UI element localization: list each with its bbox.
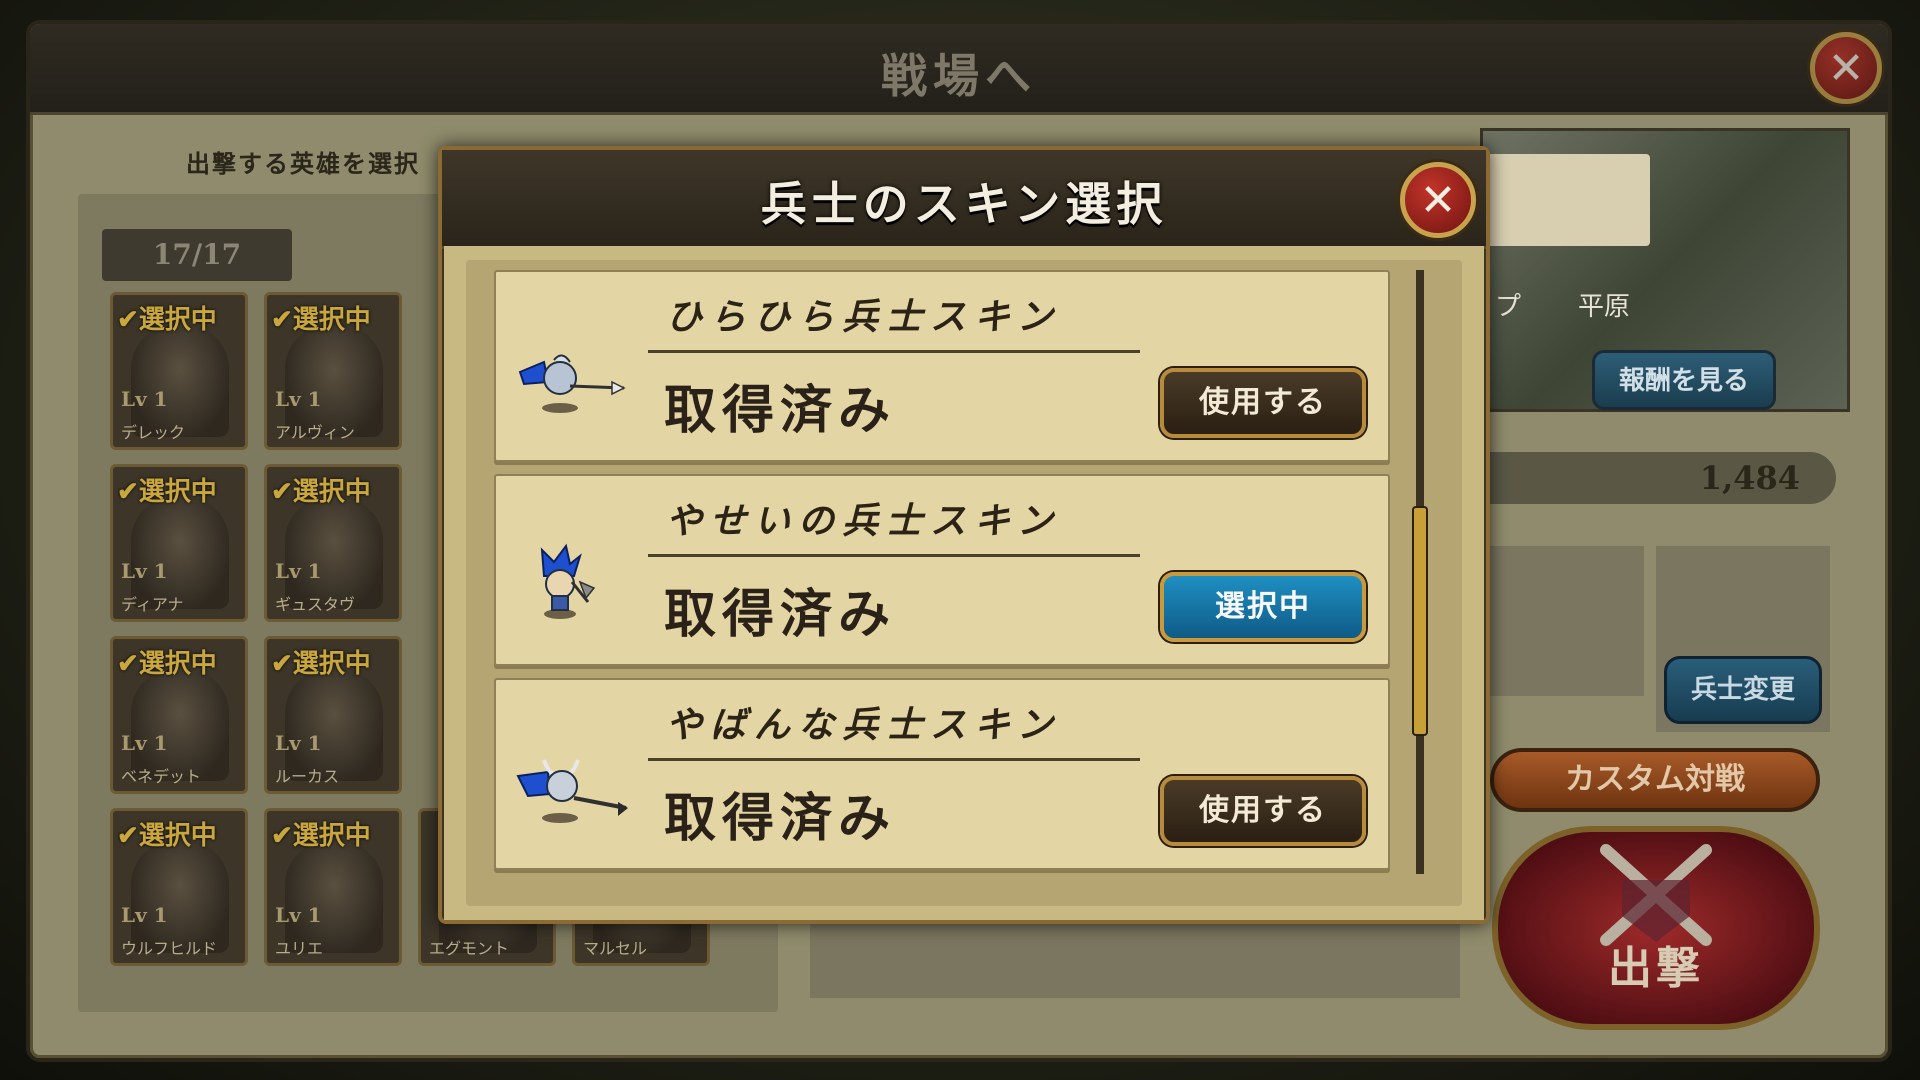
skin-name: やせいの兵士スキン (666, 500, 1061, 542)
scrollbar-thumb[interactable] (1412, 506, 1428, 736)
hero-select-label: 出撃する英雄を選択 (186, 149, 420, 178)
skin-name: やばんな兵士スキン (666, 704, 1061, 746)
hero-card[interactable]: ✔選択中 Lv 1 ギュスタヴ (264, 464, 402, 622)
hero-card[interactable]: ✔選択中 Lv 1 アルヴィン (264, 292, 402, 450)
soldier-sprite-icon (518, 354, 626, 413)
sortie-button[interactable]: 出撃 (1492, 826, 1820, 1030)
skin-status: 取得済み (664, 788, 897, 849)
use-skin-button[interactable]: 使用する (1160, 368, 1366, 438)
skin-list: ひらひら兵士スキン 取得済み 使用する やせいの兵士スキン 取得済み 選択中 や… (466, 260, 1462, 906)
hero-card[interactable]: ✔選択中 Lv 1 ウルフヒルド (110, 808, 248, 966)
hero-card[interactable]: ✔選択中 Lv 1 ユリエ (264, 808, 402, 966)
custom-battle-button[interactable]: カスタム対戦 (1490, 748, 1820, 812)
sortie-label: 出撃 (1608, 943, 1704, 994)
hero-card[interactable]: ✔選択中 Lv 1 デレック (110, 292, 248, 450)
map-label: プ (1495, 292, 1522, 322)
skin-row: ひらひら兵士スキン 取得済み 使用する (494, 270, 1390, 462)
use-skin-button[interactable]: 使用する (1160, 776, 1366, 846)
selected-badge: ✔選択中 (117, 305, 217, 335)
hero-name: ユリエ (275, 939, 324, 958)
map-terrain-label: 平原 (1578, 292, 1631, 322)
soldier-sprite-icon (540, 543, 596, 619)
close-icon: ✕ (1419, 174, 1457, 226)
hero-level: Lv 1 (121, 903, 168, 927)
hero-level: Lv 1 (121, 559, 168, 583)
selected-badge: ✔選択中 (117, 821, 217, 851)
skin-row: やせいの兵士スキン 取得済み 選択中 (494, 474, 1390, 666)
divider (648, 758, 1140, 761)
skin-row: やばんな兵士スキン 取得済み 使用する (494, 678, 1390, 870)
hero-level: Lv 1 (275, 559, 322, 583)
divider (648, 554, 1140, 557)
hero-level: Lv 1 (121, 387, 168, 411)
hero-level: Lv 1 (121, 731, 168, 755)
hero-name: ルーカス (275, 767, 340, 786)
view-rewards-button[interactable]: 報酬を見る (1592, 350, 1776, 410)
soldier-sprite-icon (516, 759, 628, 823)
hero-card[interactable]: ✔選択中 Lv 1 ディアナ (110, 464, 248, 622)
hero-name: マルセル (583, 939, 648, 958)
hero-name: デレック (121, 423, 186, 442)
selected-badge: ✔選択中 (117, 649, 217, 679)
selected-badge: ✔選択中 (271, 305, 371, 335)
selected-badge: ✔選択中 (271, 821, 371, 851)
power-value: 1,484 (1480, 452, 1836, 504)
change-soldier-button[interactable]: 兵士変更 (1664, 656, 1822, 724)
hero-name: エグモント (429, 939, 510, 958)
modal-close-button[interactable]: ✕ (1400, 162, 1476, 238)
hero-name: アルヴィン (275, 423, 355, 442)
selected-badge: ✔選択中 (117, 477, 217, 507)
selected-badge: ✔選択中 (271, 649, 371, 679)
close-icon: ✕ (1827, 42, 1865, 94)
hero-count: 17/17 (102, 229, 292, 281)
selected-badge: ✔選択中 (271, 477, 371, 507)
hero-card[interactable]: ✔選択中 Lv 1 ルーカス (264, 636, 402, 794)
hero-level: Lv 1 (275, 387, 322, 411)
dialog-title: 戦場へ (881, 49, 1037, 103)
skin-name: ひらひら兵士スキン (666, 296, 1061, 338)
hero-name: ディアナ (121, 595, 184, 614)
hero-level: Lv 1 (275, 731, 322, 755)
dialog-header: 戦場へ (30, 24, 1888, 115)
hero-name: ウルフヒルド (121, 939, 218, 958)
map-scroll-banner (1480, 154, 1650, 246)
modal-title: 兵士のスキン選択 (760, 177, 1168, 231)
close-dialog-button[interactable]: ✕ (1810, 32, 1882, 104)
squad-preview (1480, 546, 1644, 696)
modal-body: ひらひら兵士スキン 取得済み 使用する やせいの兵士スキン 取得済み 選択中 や… (444, 246, 1484, 920)
skin-status: 取得済み (664, 584, 897, 645)
hero-level: Lv 1 (275, 903, 322, 927)
selected-skin-button[interactable]: 選択中 (1160, 572, 1366, 642)
hero-card[interactable]: ✔選択中 Lv 1 ベネデット (110, 636, 248, 794)
divider (648, 350, 1140, 353)
skin-select-modal: 兵士のスキン選択 ✕ ひらひら兵士スキン 取得済み 使用する やせいの兵士スキン… (438, 146, 1490, 924)
hero-name: ギュスタヴ (275, 595, 356, 614)
modal-header: 兵士のスキン選択 (442, 150, 1486, 249)
skin-status: 取得済み (664, 380, 897, 441)
hero-name: ベネデット (121, 767, 202, 786)
